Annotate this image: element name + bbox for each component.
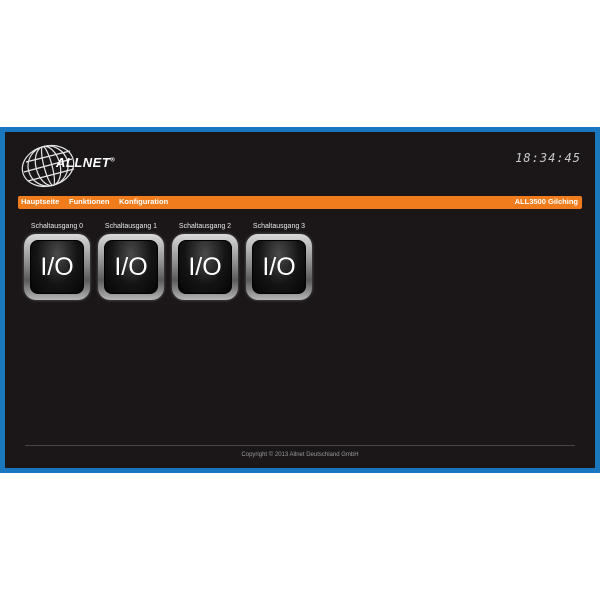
app-frame: ALLNET® 18:34:45 Hauptseite Funktionen K… xyxy=(0,127,600,473)
button-label: I/O xyxy=(188,253,222,281)
switch-label: Schaltausgang 1 xyxy=(104,223,158,230)
allnet-logo: ALLNET® xyxy=(20,142,160,192)
nav-item-hauptseite[interactable]: Hauptseite xyxy=(21,197,59,206)
nav-item-funktionen[interactable]: Funktionen xyxy=(69,197,109,206)
io-toggle-button[interactable]: I/O xyxy=(246,234,312,300)
main-panel: ALLNET® 18:34:45 Hauptseite Funktionen K… xyxy=(5,132,595,468)
button-label: I/O xyxy=(40,253,74,281)
copyright-text: Copyright © 2013 Allnet Deutschland GmbH xyxy=(241,452,359,458)
switch-label: Schaltausgang 0 xyxy=(30,223,84,230)
io-toggle-button[interactable]: I/O xyxy=(172,234,238,300)
button-face: I/O xyxy=(178,240,232,294)
button-label: I/O xyxy=(262,253,296,281)
nav-item-konfiguration[interactable]: Konfiguration xyxy=(119,197,168,206)
nav-bar: Hauptseite Funktionen Konfiguration ALL3… xyxy=(18,196,582,209)
switch-label: Schaltausgang 3 xyxy=(252,223,306,230)
clock: 18:34:45 xyxy=(515,151,581,165)
switch-label: Schaltausgang 2 xyxy=(178,223,232,230)
switch-output-0: Schaltausgang 0 I/O xyxy=(22,222,92,300)
switch-output-3: Schaltausgang 3 I/O xyxy=(244,222,314,300)
button-face: I/O xyxy=(104,240,158,294)
button-face: I/O xyxy=(252,240,306,294)
device-name: ALL3500 Gilching xyxy=(514,197,578,206)
button-label: I/O xyxy=(114,253,148,281)
switch-output-2: Schaltausgang 2 I/O xyxy=(170,222,240,300)
logo-text: ALLNET® xyxy=(56,155,116,170)
switch-output-1: Schaltausgang 1 I/O xyxy=(96,222,166,300)
footer-divider xyxy=(25,445,575,446)
button-face: I/O xyxy=(30,240,84,294)
io-toggle-button[interactable]: I/O xyxy=(98,234,164,300)
io-toggle-button[interactable]: I/O xyxy=(24,234,90,300)
